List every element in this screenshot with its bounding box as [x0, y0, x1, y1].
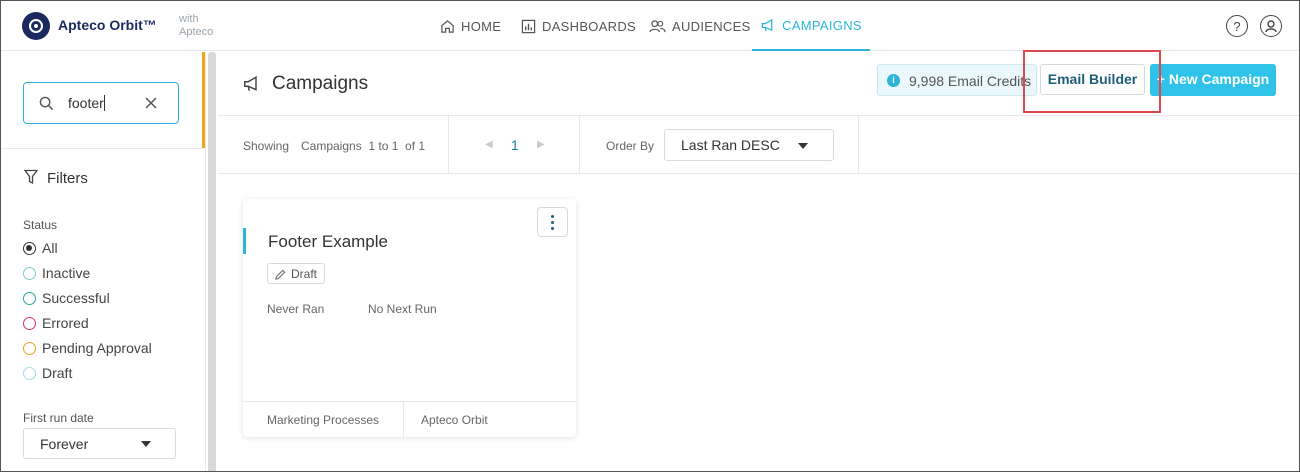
nav-home-label: HOME — [461, 18, 502, 34]
megaphone-icon — [761, 18, 773, 31]
status-option-label: Inactive — [42, 265, 91, 281]
sidebar-scrollbar[interactable] — [208, 52, 216, 471]
status-badge: Draft — [267, 263, 325, 284]
chevron-down-icon — [798, 143, 808, 149]
nav-home[interactable]: HOME — [440, 1, 501, 51]
search-icon — [39, 96, 54, 111]
card-footer-category: Marketing Processes — [267, 413, 380, 427]
info-icon: i — [887, 74, 900, 87]
first-run-date-select[interactable]: Forever — [23, 428, 176, 459]
email-credits-text: 9,998 Email Credits — [909, 73, 1032, 89]
campaign-title[interactable]: Footer Example — [268, 232, 388, 252]
megaphone-icon — [244, 75, 257, 91]
radio-successful[interactable] — [23, 291, 36, 305]
dashboard-icon — [521, 19, 536, 33]
current-page[interactable]: 1 — [511, 137, 519, 153]
search-input[interactable]: footer — [23, 82, 179, 124]
next-run-text: No Next Run — [368, 302, 437, 316]
status-option-label: Draft — [42, 365, 73, 381]
status-option-label: Pending Approval — [42, 340, 152, 356]
radio-pending-approval[interactable] — [23, 341, 36, 355]
card-footer-separator — [403, 402, 404, 438]
nav-audiences[interactable]: AUDIENCES — [649, 1, 751, 51]
radio-inactive[interactable] — [23, 266, 36, 280]
status-option-inactive[interactable]: Inactive — [23, 265, 90, 281]
last-run-text: Never Ran — [267, 302, 325, 316]
order-by-label: Order By — [606, 139, 655, 153]
annotation-highlight-box — [1023, 50, 1161, 113]
card-accent-bar — [243, 228, 246, 254]
home-icon — [441, 19, 454, 33]
sidebar-divider — [1, 148, 206, 149]
apteco-logo-icon[interactable] — [22, 12, 50, 40]
results-range: Campaigns 1 to 1 of 1 — [301, 139, 426, 153]
nav-dashboards-label: DASHBOARDS — [542, 18, 637, 34]
filter-icon — [24, 169, 38, 185]
order-by-select[interactable]: Last Ran DESC — [664, 129, 834, 161]
first-run-date-label: First run date — [23, 411, 94, 425]
prev-page-icon[interactable]: ◀ — [485, 139, 493, 150]
toolbar-separator — [448, 116, 449, 174]
status-label: Status — [23, 218, 58, 232]
toolbar-separator — [858, 116, 859, 174]
status-option-all[interactable]: All — [23, 240, 58, 256]
status-option-errored[interactable]: Errored — [23, 315, 89, 331]
status-option-label: Successful — [42, 290, 110, 306]
status-option-draft[interactable]: Draft — [23, 365, 72, 381]
radio-draft[interactable] — [23, 366, 36, 380]
radio-all[interactable] — [23, 241, 36, 255]
card-footer-source: Apteco Orbit — [421, 413, 488, 427]
status-option-successful[interactable]: Successful — [23, 290, 110, 306]
nav-campaigns-label: CAMPAIGNS — [782, 17, 862, 33]
status-option-label: All — [42, 240, 58, 256]
status-badge-label: Draft — [291, 267, 318, 281]
status-option-pending-approval[interactable]: Pending Approval — [23, 340, 152, 356]
pencil-icon — [275, 269, 286, 280]
email-credits-badge: i 9,998 Email Credits — [877, 64, 1037, 96]
card-menu-button[interactable] — [537, 207, 568, 237]
nav-dashboards[interactable]: DASHBOARDS — [521, 1, 636, 51]
clear-search-icon[interactable] — [145, 97, 157, 109]
help-icon[interactable]: ? — [1226, 15, 1248, 37]
with-apteco-label: with Apteco — [179, 13, 214, 38]
nav-campaigns[interactable]: CAMPAIGNS — [752, 1, 870, 51]
sidebar-accent-bar — [202, 52, 205, 148]
order-by-value: Last Ran DESC — [681, 137, 780, 153]
new-campaign-button[interactable]: + New Campaign — [1150, 64, 1276, 96]
chevron-down-icon — [141, 441, 151, 447]
toolbar-separator — [579, 116, 580, 174]
showing-label: Showing — [243, 139, 290, 153]
campaign-card[interactable]: Footer Example Draft Never Ran No Next R… — [243, 199, 576, 438]
audiences-icon — [649, 19, 666, 32]
page-title: Campaigns — [272, 73, 369, 94]
top-navigation-bar: Apteco Orbit™ with Apteco HOME DASHBOARD… — [1, 1, 1299, 51]
first-run-date-value: Forever — [40, 436, 89, 452]
card-footer: Marketing Processes Apteco Orbit — [243, 401, 576, 438]
user-icon[interactable] — [1260, 15, 1282, 37]
status-option-label: Errored — [42, 315, 89, 331]
search-value: footer — [68, 95, 105, 111]
app-window: Apteco Orbit™ with Apteco HOME DASHBOARD… — [0, 0, 1300, 472]
filters-title: Filters — [47, 170, 88, 187]
nav-audiences-label: AUDIENCES — [672, 18, 751, 34]
results-toolbar: Showing Campaigns 1 to 1 of 1 ◀ 1 ▶ Orde… — [218, 115, 1299, 174]
brand-name: Apteco Orbit™ — [58, 17, 157, 33]
next-page-icon[interactable]: ▶ — [537, 139, 545, 150]
radio-errored[interactable] — [23, 316, 36, 330]
